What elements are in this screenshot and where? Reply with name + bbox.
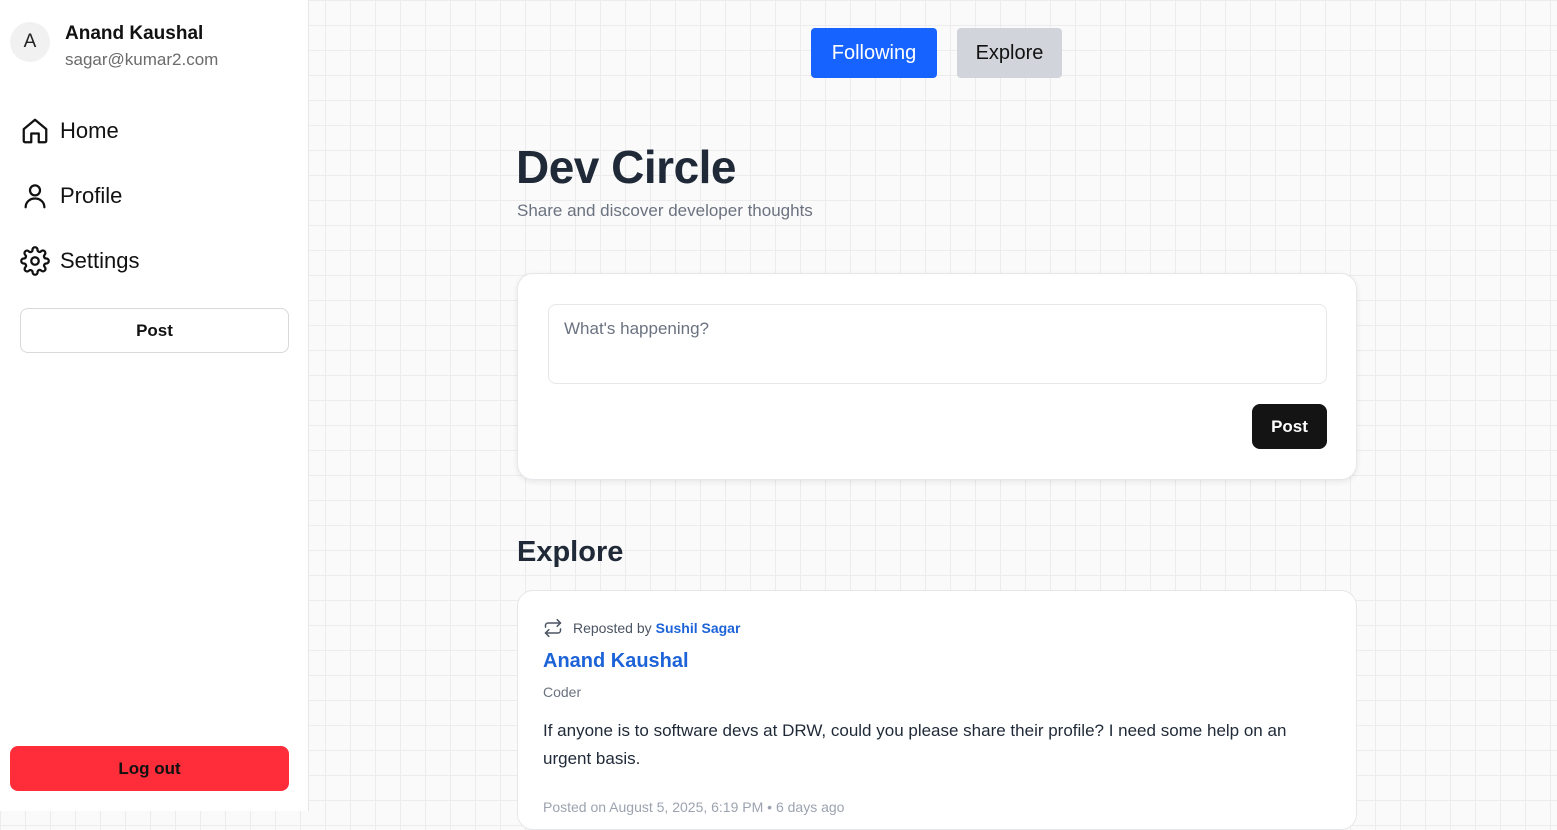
post-composer: What's happening? Post [517, 273, 1357, 480]
repost-icon [544, 618, 562, 638]
sidebar-item-label: Profile [60, 183, 123, 208]
sidebar: A Anand Kaushal sagar@kumar2.com Home Pr… [0, 0, 309, 811]
reposted-by-link[interactable]: Sushil Sagar [656, 620, 741, 636]
post-card: Reposted by Sushil Sagar Anand Kaushal C… [517, 590, 1357, 830]
gear-icon [20, 246, 50, 276]
page-title: Dev Circle [516, 141, 737, 193]
repost-prefix: Reposted by [573, 620, 652, 636]
sidebar-item-settings[interactable]: Settings [20, 240, 140, 282]
sidebar-nav: Home Profile Settings [20, 110, 140, 305]
tab-following[interactable]: Following [811, 28, 937, 78]
compose-input[interactable]: What's happening? [548, 304, 1327, 384]
repost-indicator: Reposted by Sushil Sagar [543, 618, 740, 638]
page-subtitle: Share and discover developer thoughts [517, 201, 813, 220]
user-card: A Anand Kaushal sagar@kumar2.com [10, 22, 218, 74]
user-name: Anand Kaushal [65, 23, 204, 44]
post-body: If anyone is to software devs at DRW, co… [543, 721, 1287, 768]
avatar[interactable]: A [10, 22, 50, 62]
sidebar-post-button[interactable]: Post [20, 308, 289, 353]
sidebar-item-home[interactable]: Home [20, 110, 140, 152]
sidebar-item-label: Home [60, 118, 119, 143]
user-icon [24, 184, 46, 209]
home-icon [22, 118, 48, 144]
sidebar-item-profile[interactable]: Profile [20, 175, 140, 217]
sidebar-item-label: Settings [60, 248, 140, 273]
logout-button[interactable]: Log out [10, 746, 289, 791]
compose-post-button[interactable]: Post [1252, 404, 1327, 449]
post-author-link[interactable]: Anand Kaushal [543, 650, 689, 673]
feed-section-title: Explore [517, 536, 624, 568]
user-meta: Anand Kaushal sagar@kumar2.com [65, 22, 218, 74]
post-timestamp: Posted on August 5, 2025, 6:19 PM • 6 da… [543, 799, 845, 815]
user-email: sagar@kumar2.com [65, 50, 219, 69]
tab-explore[interactable]: Explore [957, 28, 1062, 78]
post-author-role: Coder [543, 684, 582, 700]
